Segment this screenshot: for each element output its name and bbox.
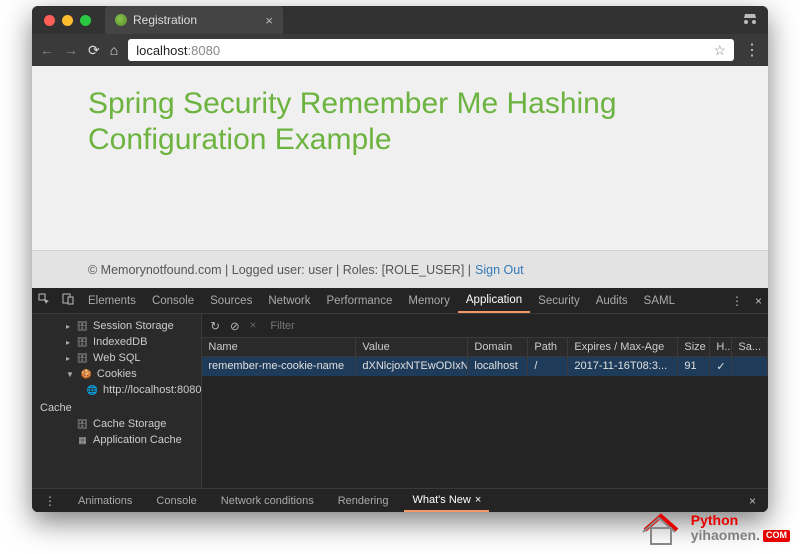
tab-close-icon[interactable]: × xyxy=(265,13,273,28)
col-name[interactable]: Name xyxy=(202,338,356,356)
cookies-table: Name Value Domain Path Expires / Max-Age… xyxy=(202,338,768,488)
col-expires[interactable]: Expires / Max-Age xyxy=(568,338,678,356)
cell-domain: localhost xyxy=(468,357,528,376)
devtools-sidebar: ▸🗄Session Storage▸🗄IndexedDB▸🗄Web SQL▼🍪C… xyxy=(32,314,202,488)
drawer-tab-what-s-new[interactable]: What's New × xyxy=(404,489,489,512)
inspect-icon[interactable] xyxy=(32,293,56,308)
nav-back-icon[interactable]: ← xyxy=(40,42,54,58)
sidebar-item-session-storage[interactable]: ▸🗄Session Storage xyxy=(32,318,201,334)
col-value[interactable]: Value xyxy=(356,338,468,356)
devtab-security[interactable]: Security xyxy=(530,288,588,313)
devtab-performance[interactable]: Performance xyxy=(319,288,401,313)
devtab-memory[interactable]: Memory xyxy=(400,288,458,313)
device-toggle-icon[interactable] xyxy=(56,293,80,308)
devtab-application[interactable]: Application xyxy=(458,288,530,313)
window-controls xyxy=(44,15,91,26)
page-footer: © Memorynotfound.com | Logged user: user… xyxy=(32,250,768,288)
reload-icon[interactable]: ⟳ xyxy=(88,42,100,59)
devtools-tabs: ElementsConsoleSourcesNetworkPerformance… xyxy=(32,288,768,314)
url-port: :8080 xyxy=(188,43,221,58)
favicon-icon xyxy=(115,14,127,26)
col-domain[interactable]: Domain xyxy=(468,338,528,356)
browser-menu-icon[interactable]: ⋮ xyxy=(744,40,760,60)
cell-size: 91 xyxy=(678,357,710,376)
col-path[interactable]: Path xyxy=(528,338,568,356)
block-icon[interactable]: ⊘ xyxy=(230,319,240,333)
sidebar-item-cache-storage[interactable]: ▸🗄Cache Storage xyxy=(32,416,201,432)
drawer-tab-console[interactable]: Console xyxy=(148,489,204,512)
house-logo-icon xyxy=(637,508,685,548)
page-content: Spring Security Remember Me Hashing Conf… xyxy=(32,66,768,288)
url-host: localhost xyxy=(136,43,187,58)
devtab-console[interactable]: Console xyxy=(144,288,202,313)
devtab-sources[interactable]: Sources xyxy=(202,288,260,313)
cell-expires: 2017-11-16T08:3... xyxy=(568,357,678,376)
minimize-window-icon[interactable] xyxy=(62,15,73,26)
bookmark-star-icon[interactable]: ☆ xyxy=(713,42,726,59)
watermark-com: COM xyxy=(763,530,790,542)
sidebar-item-http-localhost-8080[interactable]: ▸🌐http://localhost:8080 xyxy=(32,382,201,398)
clear-icon[interactable]: × xyxy=(250,320,257,332)
drawer-tab-rendering[interactable]: Rendering xyxy=(330,489,397,512)
cell-httponly: ✓ xyxy=(710,357,732,376)
devtools-close-icon[interactable]: × xyxy=(749,294,768,308)
devtab-elements[interactable]: Elements xyxy=(80,288,144,313)
footer-text: © Memorynotfound.com | Logged user: user… xyxy=(88,263,471,277)
incognito-icon xyxy=(742,13,758,28)
watermark-python: Python xyxy=(691,513,790,528)
browser-tab[interactable]: Registration × xyxy=(105,6,283,34)
sidebar-item-cookies[interactable]: ▼🍪Cookies xyxy=(32,366,201,382)
cell-path: / xyxy=(528,357,568,376)
devtab-saml[interactable]: SAML xyxy=(636,288,683,313)
devtools-menu-icon[interactable]: ⋮ xyxy=(725,294,749,308)
devtools-main: ↻ ⊘ × Name Value Domain Path Expires / M… xyxy=(202,314,768,488)
sidebar-item-application-cache[interactable]: ▸▦Application Cache xyxy=(32,432,201,448)
cell-name: remember-me-cookie-name xyxy=(202,357,356,376)
sign-out-link[interactable]: Sign Out xyxy=(475,263,524,277)
cookie-toolbar: ↻ ⊘ × xyxy=(202,314,768,338)
maximize-window-icon[interactable] xyxy=(80,15,91,26)
devtab-network[interactable]: Network xyxy=(260,288,318,313)
col-size[interactable]: Size xyxy=(678,338,710,356)
table-header: Name Value Domain Path Expires / Max-Age… xyxy=(202,338,768,357)
close-window-icon[interactable] xyxy=(44,15,55,26)
browser-window: Registration × ← → ⟳ ⌂ localhost:8080 ☆ … xyxy=(32,6,768,512)
nav-forward-icon[interactable]: → xyxy=(64,42,78,58)
drawer-close-icon[interactable]: × xyxy=(743,494,762,508)
cell-value: dXNlcjoxNTEwODIxN... xyxy=(356,357,468,376)
filter-input[interactable] xyxy=(266,319,416,333)
refresh-icon[interactable]: ↻ xyxy=(210,319,220,333)
url-input[interactable]: localhost:8080 ☆ xyxy=(128,39,734,61)
col-httponly[interactable]: H... xyxy=(710,338,732,356)
tab-title: Registration xyxy=(133,13,259,27)
drawer-menu-icon[interactable]: ⋮ xyxy=(38,494,62,508)
drawer-tab-network-conditions[interactable]: Network conditions xyxy=(213,489,322,512)
titlebar: Registration × xyxy=(32,6,768,34)
devtools: ElementsConsoleSourcesNetworkPerformance… xyxy=(32,288,768,512)
sidebar-cache-heading: Cache xyxy=(32,398,201,416)
cell-samesite xyxy=(732,357,768,376)
watermark: Python yihaomen.COM xyxy=(637,508,790,548)
sidebar-item-web-sql[interactable]: ▸🗄Web SQL xyxy=(32,350,201,366)
drawer-tab-animations[interactable]: Animations xyxy=(70,489,140,512)
col-samesite[interactable]: Sa... xyxy=(732,338,768,356)
address-bar: ← → ⟳ ⌂ localhost:8080 ☆ ⋮ xyxy=(32,34,768,66)
table-row[interactable]: remember-me-cookie-name dXNlcjoxNTEwODIx… xyxy=(202,357,768,376)
page-heading: Spring Security Remember Me Hashing Conf… xyxy=(88,86,712,158)
home-icon[interactable]: ⌂ xyxy=(110,42,118,58)
devtab-audits[interactable]: Audits xyxy=(588,288,636,313)
sidebar-item-indexeddb[interactable]: ▸🗄IndexedDB xyxy=(32,334,201,350)
watermark-domain: yihaomen. xyxy=(691,528,760,543)
